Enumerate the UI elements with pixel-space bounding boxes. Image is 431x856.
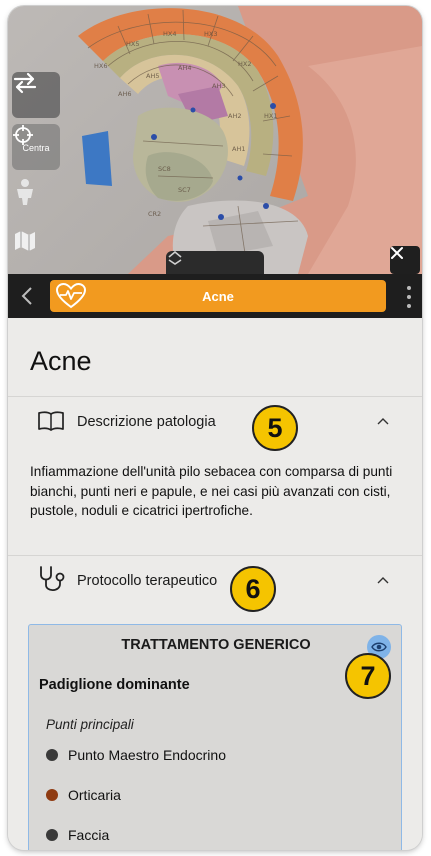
chevron-up-icon	[377, 418, 389, 425]
treatment-subtitle: Padiglione dominante	[39, 677, 190, 693]
dot-icon	[407, 304, 411, 308]
svg-text:HX6: HX6	[94, 62, 107, 70]
step-badge-5: 5	[252, 405, 298, 451]
ear-viewer[interactable]: HX6 HX5 HX4 HX3 HX2 HX1 AH6 AH5 AH4 AH3 AH2 AH1 …	[8, 6, 422, 274]
divider	[8, 555, 422, 556]
map-view-button[interactable]	[12, 228, 60, 274]
list-item[interactable]: Faccia	[46, 825, 109, 845]
svg-text:AH2: AH2	[228, 112, 241, 120]
svg-text:AH5: AH5	[146, 72, 159, 80]
point-label: Orticaria	[68, 787, 121, 803]
heart-pulse-icon	[56, 283, 86, 309]
folded-map-icon	[15, 231, 35, 251]
divider	[8, 396, 422, 397]
section-description-header[interactable]: Descrizione patologia	[8, 400, 422, 444]
page-title: Acne	[30, 346, 92, 376]
chevron-up-icon	[377, 577, 389, 584]
points-group-label: Punti principali	[46, 717, 134, 732]
description-text: Infiammazione dell'unità pilo sebacea co…	[30, 464, 393, 518]
svg-text:AH1: AH1	[232, 145, 245, 153]
close-panel-button[interactable]	[390, 246, 420, 274]
section-description-label: Descrizione patologia	[77, 414, 216, 430]
panel-collapse-tab[interactable]	[166, 251, 264, 274]
chevron-left-icon	[21, 287, 32, 305]
svg-text:AH3: AH3	[212, 82, 225, 90]
expand-collapse-icon	[168, 251, 182, 265]
close-icon	[391, 247, 403, 259]
body-view-button[interactable]	[12, 178, 60, 224]
center-button[interactable]: Centra	[12, 124, 60, 170]
list-item[interactable]: Punto Maestro Endocrino	[46, 745, 226, 765]
point-label: Faccia	[68, 827, 110, 843]
condition-title: Acne	[202, 288, 234, 304]
svg-text:HX3: HX3	[204, 30, 217, 38]
app-frame: HX6 HX5 HX4 HX3 HX2 HX1 AH6 AH5 AH4 AH3 AH2 AH1 …	[8, 6, 422, 850]
list-item[interactable]: Orticaria	[46, 785, 121, 805]
swap-views-button[interactable]	[12, 72, 60, 118]
svg-text:HX5: HX5	[126, 40, 139, 48]
dot-icon	[407, 286, 411, 290]
back-button[interactable]	[14, 283, 40, 309]
treatment-title: TRATTAMENTO GENERICO	[121, 637, 311, 653]
stethoscope-icon	[40, 566, 65, 592]
human-body-icon	[17, 179, 33, 205]
panel-header: Acne	[8, 274, 422, 318]
point-label: Punto Maestro Endocrino	[68, 747, 226, 763]
treatment-card: TRATTAMENTO GENERICO 7 Padiglione domina…	[28, 624, 402, 850]
crosshair-icon	[13, 125, 33, 145]
svg-text:HX4: HX4	[163, 30, 176, 38]
step-badge-7: 7	[345, 653, 391, 699]
eye-icon	[371, 642, 387, 652]
section-protocol-label: Protocollo terapeutico	[77, 573, 218, 589]
point-dot	[46, 829, 58, 841]
point-dot	[46, 749, 58, 761]
section-protocol-header[interactable]: Protocollo terapeutico	[8, 559, 422, 603]
ear-model: HX6HX5HX4 HX3HX2HX1 AH6AH5AH4 AH3AH2AH1 …	[78, 6, 422, 274]
open-book-icon	[38, 411, 64, 431]
svg-text:AH6: AH6	[118, 90, 131, 98]
condition-title-bar: Acne	[50, 280, 386, 312]
swap-arrows-icon	[13, 72, 37, 94]
svg-text:SC7: SC7	[178, 186, 191, 194]
svg-text:HX1: HX1	[264, 112, 277, 120]
svg-text:AH4: AH4	[178, 64, 191, 72]
more-options-button[interactable]	[404, 286, 414, 308]
svg-text:SC8: SC8	[158, 165, 171, 173]
svg-text:HX2: HX2	[238, 60, 251, 68]
condition-detail: Acne Descrizione patologia 5 Infiammazio…	[8, 318, 422, 850]
dot-icon	[407, 295, 411, 299]
step-badge-6: 6	[230, 566, 276, 612]
svg-text:CR2: CR2	[148, 210, 161, 218]
point-dot	[46, 789, 58, 801]
